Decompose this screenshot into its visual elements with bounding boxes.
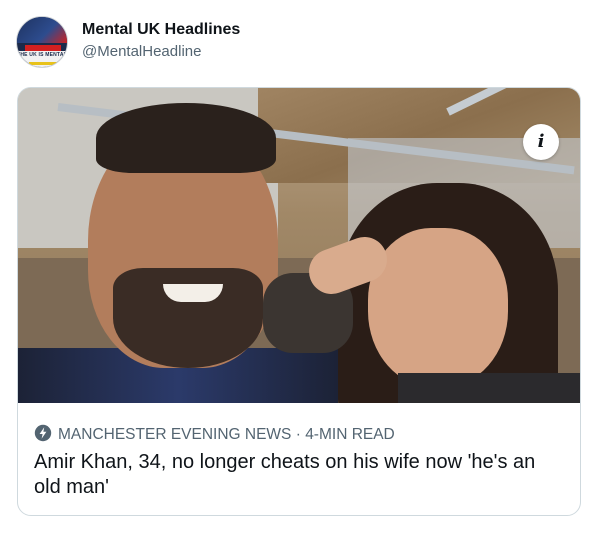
author-name[interactable]: Mental UK Headlines bbox=[82, 21, 240, 39]
card-source-line: MANCHESTER EVENING NEWS · 4-MIN READ bbox=[34, 424, 564, 446]
bolt-icon bbox=[34, 424, 52, 442]
meta-separator: · bbox=[295, 426, 301, 443]
photo-man-beard bbox=[113, 268, 263, 368]
photo-woman-top bbox=[398, 373, 580, 403]
link-preview-card[interactable]: i MANCHESTER EVENING NEWS · 4-MIN READ A… bbox=[17, 87, 581, 516]
info-icon[interactable]: i bbox=[523, 124, 559, 160]
avatar-graphic-top bbox=[17, 17, 67, 43]
card-headline[interactable]: Amir Khan, 34, no longer cheats on his w… bbox=[34, 450, 564, 500]
photo-man-smile bbox=[163, 284, 223, 302]
avatar[interactable]: THE UK IS MENTAL bbox=[16, 16, 68, 68]
photo-man-hair bbox=[96, 103, 276, 173]
card-image[interactable]: i bbox=[18, 88, 580, 403]
avatar-graphic-underline bbox=[29, 62, 57, 65]
avatar-text: THE UK IS MENTAL bbox=[17, 52, 67, 58]
photo-woman-face bbox=[368, 228, 508, 388]
tweet-header: THE UK IS MENTAL Mental UK Headlines @Me… bbox=[16, 16, 576, 70]
author-handle[interactable]: @MentalHeadline bbox=[82, 43, 201, 60]
read-time: 4-MIN READ bbox=[305, 426, 395, 443]
source-name: MANCHESTER EVENING NEWS bbox=[58, 426, 292, 443]
